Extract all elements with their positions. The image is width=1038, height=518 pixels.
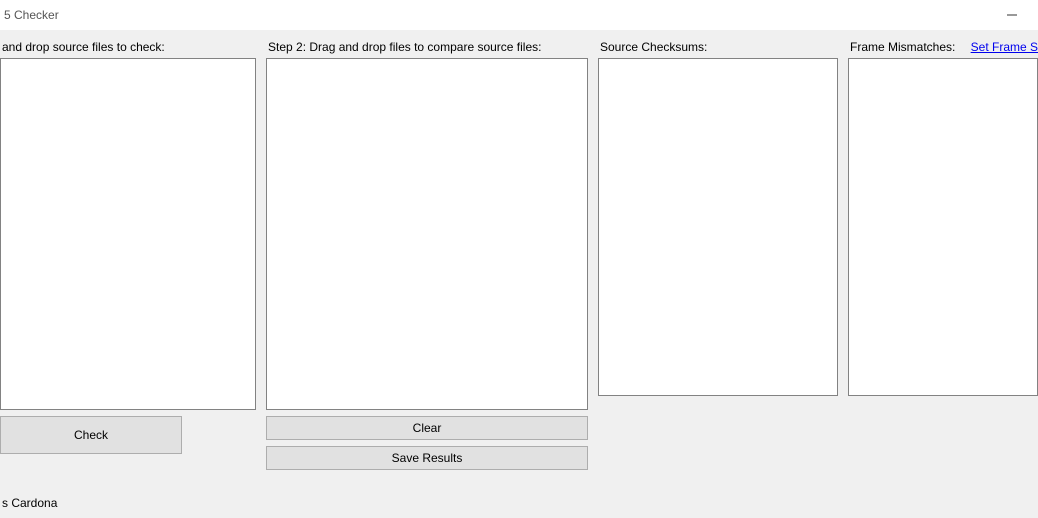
step2-label: Step 2: Drag and drop files to compare s… [266, 40, 588, 58]
window-title: 5 Checker [4, 8, 59, 22]
frame-mismatches-label: Frame Mismatches: [850, 40, 955, 54]
source-files-listbox[interactable] [0, 58, 256, 410]
column-step1: and drop source files to check: Check [0, 40, 256, 470]
columns: and drop source files to check: Check St… [0, 30, 1038, 470]
save-results-button[interactable]: Save Results [266, 446, 588, 470]
step1-label: and drop source files to check: [0, 40, 256, 58]
compare-files-listbox[interactable] [266, 58, 588, 410]
client-area: and drop source files to check: Check St… [0, 30, 1038, 518]
window-controls [989, 1, 1034, 29]
minimize-icon [1007, 10, 1017, 20]
set-frame-link[interactable]: Set Frame S [971, 40, 1038, 54]
clear-button[interactable]: Clear [266, 416, 588, 440]
mismatches-label-row: Frame Mismatches: Set Frame S [848, 40, 1038, 58]
frame-mismatches-listbox[interactable] [848, 58, 1038, 396]
column-step2: Step 2: Drag and drop files to compare s… [266, 40, 588, 470]
source-checksums-listbox[interactable] [598, 58, 838, 396]
titlebar: 5 Checker [0, 0, 1038, 30]
check-button[interactable]: Check [0, 416, 182, 454]
footer-credit: s Cardona [0, 496, 57, 510]
source-checksums-label: Source Checksums: [598, 40, 838, 58]
column-checksums: Source Checksums: [598, 40, 838, 470]
column-mismatches: Frame Mismatches: Set Frame S [848, 40, 1038, 470]
minimize-button[interactable] [989, 1, 1034, 29]
